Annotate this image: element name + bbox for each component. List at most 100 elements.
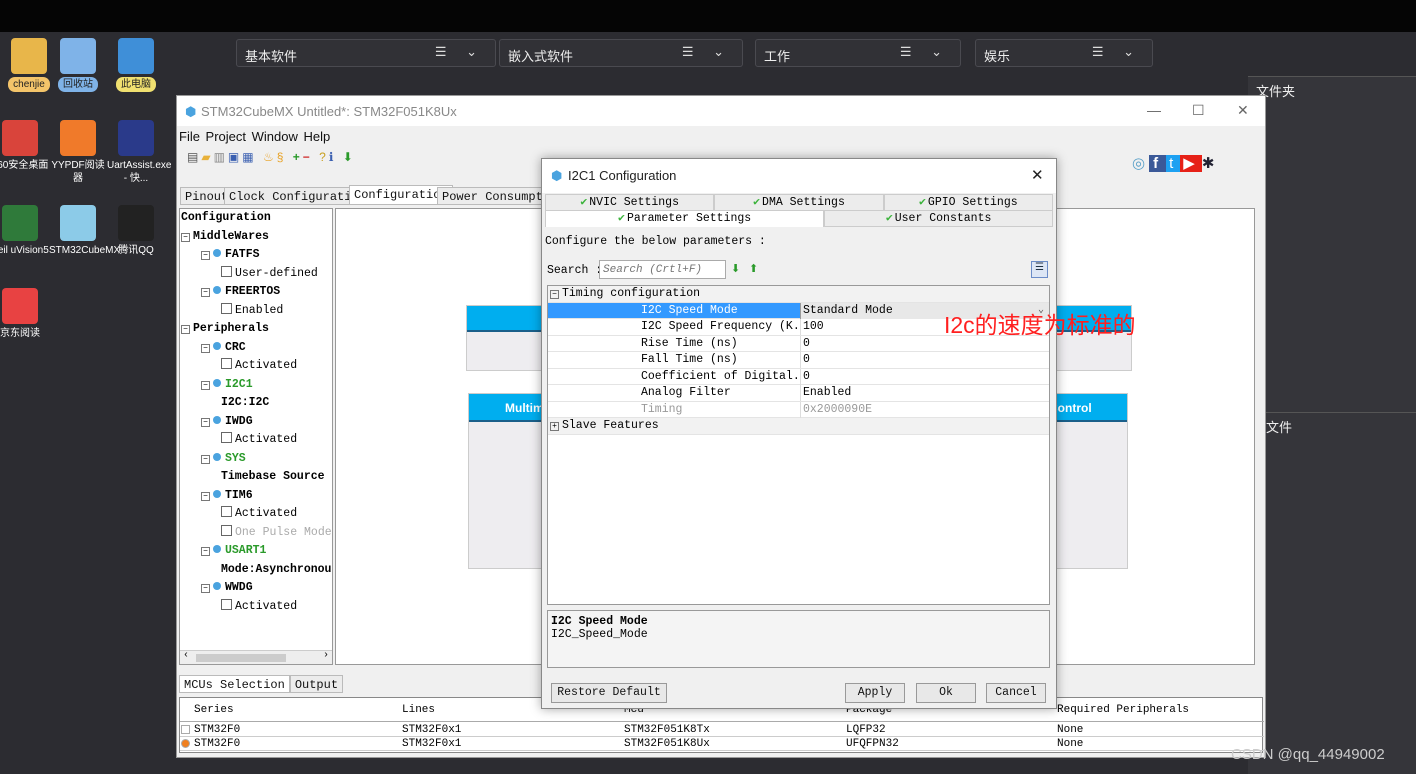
collapse-icon[interactable]: − [181, 232, 190, 242]
collapse-icon[interactable]: − [201, 491, 210, 501]
save-all-icon[interactable]: ▦ [242, 150, 256, 164]
collapse-icon[interactable]: − [201, 454, 210, 464]
generate-icon[interactable]: ♨ [263, 150, 277, 164]
tree-item[interactable]: Activated [181, 357, 332, 376]
facebook-icon[interactable]: f [1149, 155, 1167, 172]
open-icon[interactable]: ▰ [201, 150, 213, 164]
tree-item[interactable]: Configuration [181, 209, 332, 228]
tree-item[interactable]: I2C:I2C [181, 394, 332, 413]
tree-item[interactable]: − FATFS [181, 246, 332, 265]
tree-item[interactable]: Activated [181, 431, 332, 450]
desktop-icon[interactable]: 腾讯QQ [107, 205, 165, 257]
network-icon[interactable]: ✱ [1202, 155, 1219, 172]
desktop-icon[interactable]: 京东阅读 [0, 288, 49, 340]
tab-mcus-selection[interactable]: MCUs Selection [179, 675, 290, 693]
st-icon[interactable]: ◎ [1132, 155, 1149, 172]
desktop-icon[interactable]: Keil uVision5 [0, 205, 49, 257]
desktop-icon[interactable]: STM32CubeMX [49, 205, 120, 257]
desktop-icon[interactable]: 360安全桌面 [0, 120, 49, 172]
collapse-icon[interactable]: − [201, 584, 210, 593]
report-icon[interactable]: § [277, 150, 287, 164]
search-input[interactable] [599, 260, 726, 279]
collapse-icon[interactable]: − [201, 251, 210, 260]
list-view-icon[interactable]: ☰ [1031, 261, 1048, 278]
parameter-value[interactable]: 0 [800, 368, 1049, 385]
configuration-tree[interactable]: Configuration − MiddleWares − FATFS User-defi… [179, 208, 333, 665]
menu-bar[interactable]: File Project Window Help [179, 129, 330, 144]
maximize-button[interactable]: ☐ [1192, 102, 1205, 119]
table-row[interactable]: STM32F0 STM32F0x1 STM32F051K8Tx LQFP32 None [180, 723, 1264, 737]
tree-item[interactable]: − USART1 [181, 542, 332, 561]
checkbox[interactable] [221, 598, 232, 610]
save-icon[interactable]: ▣ [228, 150, 242, 164]
parameter-row[interactable]: Fall Time (ns) 0 [548, 352, 1049, 369]
tab-dma-settings[interactable]: ✔ DMA Settings [714, 194, 884, 211]
group-menu-icon[interactable]: ☰ ⌄ [682, 44, 732, 60]
column-header[interactable]: Series [194, 704, 234, 716]
download-icon[interactable]: ⬇ [343, 150, 356, 164]
apply-button[interactable]: Apply [845, 683, 905, 703]
desktop-icon[interactable]: UartAssist.exe - 快... [107, 120, 171, 185]
about-icon[interactable]: ℹ [329, 150, 337, 164]
checkbox[interactable] [221, 358, 232, 369]
tree-item[interactable]: Enabled [181, 302, 332, 321]
checkbox[interactable] [221, 265, 232, 277]
new-icon[interactable]: ▤ [187, 150, 201, 164]
tree-item[interactable]: − IWDG [181, 413, 332, 432]
selected-radio-icon[interactable] [181, 739, 190, 748]
tab-nvic-settings[interactable]: ✔ NVIC Settings [545, 194, 715, 211]
expand-icon[interactable]: + [550, 422, 559, 431]
tree-item[interactable]: Activated [181, 505, 332, 524]
group-menu-icon[interactable]: ☰ ⌄ [435, 44, 485, 60]
desktop-icon[interactable]: 回收站 [49, 38, 107, 92]
tree-item[interactable]: Mode:Asynchronous [181, 561, 332, 580]
ok-button[interactable]: Ok [916, 683, 976, 703]
parameter-row[interactable]: Timing 0x2000090E [548, 401, 1049, 418]
parameter-value[interactable]: 0 [800, 352, 1049, 368]
minimize-button[interactable]: — [1147, 102, 1161, 118]
tab-output[interactable]: Output [289, 675, 344, 693]
desktop-group[interactable]: 娱乐 ☰ ⌄ [975, 39, 1153, 67]
desktop-group[interactable]: 嵌入式软件 ☰ ⌄ [499, 39, 743, 67]
collapse-icon[interactable]: − [201, 288, 210, 297]
column-header[interactable]: Required Peripherals [1057, 704, 1189, 716]
tab-parameter-settings[interactable]: ✔ Parameter Settings [545, 210, 825, 227]
collapse-icon[interactable]: − [181, 325, 190, 334]
checkbox[interactable] [221, 432, 232, 443]
collapse-icon[interactable]: − [201, 417, 210, 427]
tree-item[interactable]: − SYS [181, 450, 332, 469]
desktop-group[interactable]: 工作 ☰ ⌄ [755, 39, 961, 67]
tab-user-constants[interactable]: ✔ User Constants [824, 210, 1053, 227]
radio-icon[interactable] [181, 725, 190, 734]
checkbox[interactable] [221, 524, 232, 536]
desktop-group[interactable]: 基本软件 ☰ ⌄ [236, 39, 496, 67]
checkbox[interactable] [221, 302, 232, 314]
copy-icon[interactable]: ▥ [214, 150, 228, 164]
cancel-button[interactable]: Cancel [986, 683, 1046, 703]
desktop-icon[interactable]: 此电脑 [107, 38, 165, 92]
collapse-icon[interactable]: − [201, 380, 210, 390]
add-icon[interactable]: + [293, 150, 303, 164]
tree-item[interactable]: − FREERTOS [181, 283, 332, 302]
tree-item[interactable]: − Peripherals [181, 320, 332, 339]
help-icon[interactable]: ? [319, 150, 329, 164]
tree-item[interactable]: User-defined [181, 265, 332, 284]
collapse-icon[interactable]: − [550, 290, 559, 299]
group-header[interactable]: − Timing configuration [548, 286, 1049, 303]
dialog-close-button[interactable]: ✕ [1031, 166, 1044, 184]
tree-item[interactable]: Activated [181, 598, 332, 617]
group-menu-icon[interactable]: ☰ ⌄ [1092, 44, 1142, 60]
tree-item[interactable]: − MiddleWares [181, 228, 332, 247]
close-button[interactable]: ✕ [1237, 102, 1249, 119]
search-previous-icon[interactable]: ⬆ [749, 262, 758, 275]
tree-item[interactable]: − WWDG [181, 579, 332, 598]
column-header[interactable]: Lines [402, 704, 435, 716]
parameter-row[interactable]: Coefficient of Digital... 0 [548, 368, 1049, 385]
tree-item[interactable]: Timebase Source [181, 468, 332, 487]
desktop-icon[interactable]: YYPDF阅读器 [49, 120, 107, 185]
tree-item[interactable]: One Pulse Mode [181, 524, 332, 543]
collapse-icon[interactable]: − [201, 343, 210, 353]
parameter-row[interactable]: Analog Filter Enabled [548, 385, 1049, 402]
tree-item[interactable]: − CRC [181, 339, 332, 358]
group-menu-icon[interactable]: ☰ ⌄ [900, 44, 950, 60]
